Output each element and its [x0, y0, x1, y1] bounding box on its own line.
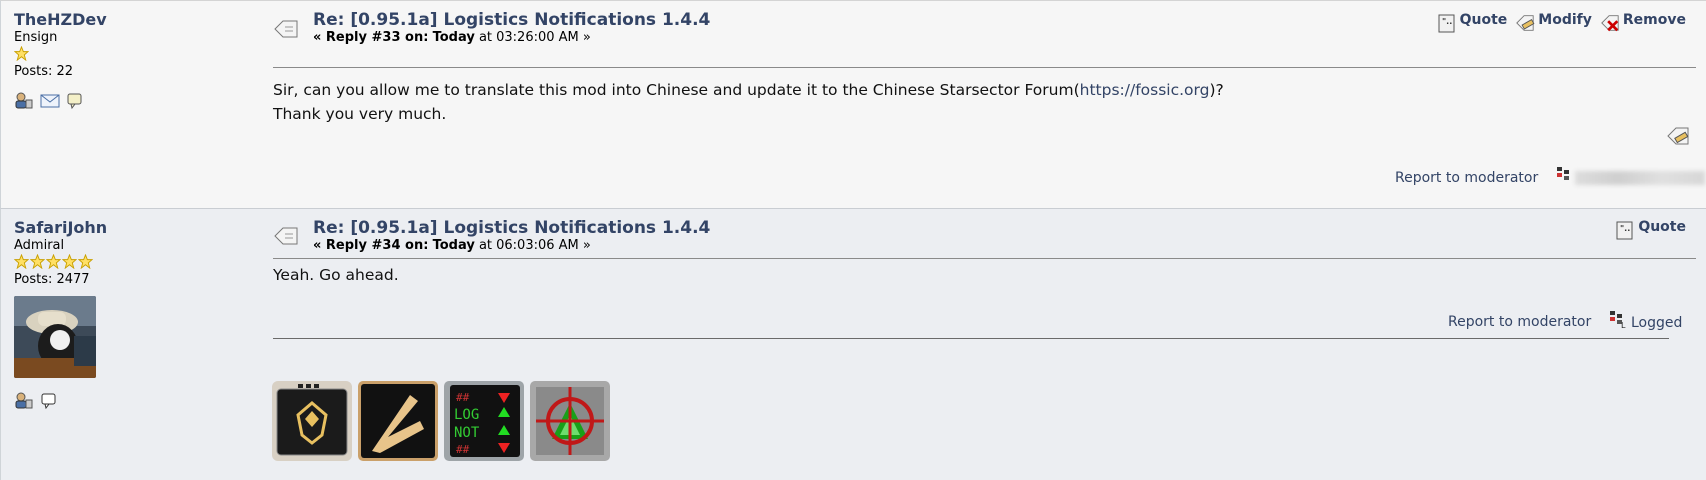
- ip-icon: [1557, 167, 1569, 180]
- post-subject-link[interactable]: Re: [0.95.1a] Logistics Notifications 1.…: [313, 218, 710, 238]
- quote-icon: "..: [1438, 14, 1455, 33]
- post-body-line: Yeah. Go ahead.: [273, 266, 399, 284]
- signature-badges: ## LOG NOT ##: [272, 381, 610, 461]
- poster-rank: Admiral: [14, 238, 65, 253]
- star-icon: [14, 46, 29, 61]
- post-divider: [273, 67, 1696, 68]
- personal-message-icon[interactable]: [40, 392, 58, 410]
- reply-time: at 06:03:06 AM »: [478, 238, 591, 253]
- quote-button[interactable]: ".. Quote: [1615, 219, 1686, 241]
- report-to-moderator-link[interactable]: Report to moderator: [1395, 170, 1538, 186]
- post-xx-icon: [274, 227, 298, 245]
- modify-button[interactable]: Modify: [1515, 12, 1592, 34]
- email-icon[interactable]: [40, 93, 60, 109]
- report-to-moderator-link[interactable]: Report to moderator: [1448, 314, 1591, 330]
- profile-icon[interactable]: [14, 92, 34, 110]
- rank-stars: [14, 46, 244, 62]
- crosshair-target-icon: [530, 381, 610, 461]
- mod-badge-2[interactable]: [358, 381, 438, 461]
- post-body-line: Sir, can you allow me to translate this …: [273, 81, 1224, 99]
- logged-indicator: L Logged: [1609, 307, 1682, 331]
- post-count: Posts: 2477: [14, 272, 90, 287]
- poster-rank: Ensign: [14, 30, 58, 45]
- quote-icon: "..: [1616, 221, 1633, 240]
- rank-stars: [14, 254, 244, 270]
- svg-text:##: ##: [456, 443, 470, 456]
- post-body: Sir, can you allow me to translate this …: [273, 78, 1224, 126]
- poster-name-link[interactable]: SafariJohn: [14, 219, 244, 237]
- forum-post-34: SafariJohn Admiral Posts: 2477 Re: [0.95…: [0, 208, 1706, 480]
- post-body: Yeah. Go ahead.: [273, 263, 399, 287]
- reply-number: « Reply #34 on:: [313, 238, 429, 253]
- post-xx-icon: [274, 20, 298, 38]
- remove-button[interactable]: Remove: [1600, 12, 1686, 34]
- svg-text:NOT: NOT: [454, 425, 480, 441]
- clothespin-icon: [358, 381, 438, 461]
- modify-icon: [1516, 15, 1535, 31]
- profile-icons: [14, 392, 244, 410]
- poster-info: TheHZDev Ensign Posts: 22: [14, 11, 244, 110]
- star-icon: [14, 254, 29, 269]
- reply-day: Today: [432, 30, 475, 45]
- mod-badge-4[interactable]: [530, 381, 610, 461]
- star-icon: [30, 254, 45, 269]
- ip-icon: L: [1610, 311, 1626, 329]
- svg-text:"..: "..: [1620, 224, 1630, 233]
- svg-text:##: ##: [456, 391, 470, 404]
- remove-icon: [1601, 15, 1619, 32]
- svg-text:L: L: [1621, 321, 1626, 329]
- poster-info: SafariJohn Admiral Posts: 2477: [14, 219, 244, 410]
- post-actions: ".. Quote Modify Remove: [1437, 12, 1686, 34]
- mod-badge-logistics-notifications[interactable]: ## LOG NOT ##: [444, 381, 524, 461]
- profile-icon[interactable]: [14, 392, 34, 410]
- svg-text:LOG: LOG: [454, 407, 479, 423]
- reply-number: « Reply #33 on:: [313, 30, 429, 45]
- post-count: Posts: 22: [14, 64, 74, 79]
- quote-button[interactable]: ".. Quote: [1437, 12, 1507, 34]
- avatar-image: [14, 296, 96, 378]
- log-not-icon: ## LOG NOT ##: [444, 381, 524, 461]
- signature-divider: [273, 338, 1669, 339]
- avatar[interactable]: [14, 296, 96, 378]
- personal-message-icon[interactable]: [66, 92, 84, 110]
- blurred-ip-address: [1575, 171, 1705, 185]
- mod-badge-1[interactable]: [272, 381, 352, 461]
- reply-time: at 03:26:00 AM »: [478, 30, 591, 45]
- post-subject-link[interactable]: Re: [0.95.1a] Logistics Notifications 1.…: [313, 10, 710, 30]
- profile-icons: [14, 92, 244, 110]
- post-actions: ".. Quote: [1615, 219, 1686, 241]
- star-icon: [62, 254, 77, 269]
- reply-info: « Reply #34 on: Today at 06:03:06 AM »: [313, 238, 591, 254]
- star-icon: [78, 254, 93, 269]
- shield-emblem-icon: [272, 381, 352, 461]
- reply-day: Today: [432, 238, 475, 253]
- star-icon: [46, 254, 61, 269]
- forum-post-33: TheHZDev Ensign Posts: 22 Re: [0.95.1a] …: [0, 0, 1706, 208]
- poster-name-link[interactable]: TheHZDev: [14, 11, 244, 29]
- svg-text:"..: "..: [1442, 17, 1452, 26]
- post-divider: [273, 258, 1696, 259]
- logged-label: Logged: [1631, 315, 1683, 331]
- fossic-link[interactable]: https://fossic.org: [1080, 81, 1210, 99]
- reply-info: « Reply #33 on: Today at 03:26:00 AM »: [313, 30, 591, 46]
- modify-inline-icon[interactable]: [1666, 125, 1690, 147]
- post-body-line: Thank you very much.: [273, 105, 447, 123]
